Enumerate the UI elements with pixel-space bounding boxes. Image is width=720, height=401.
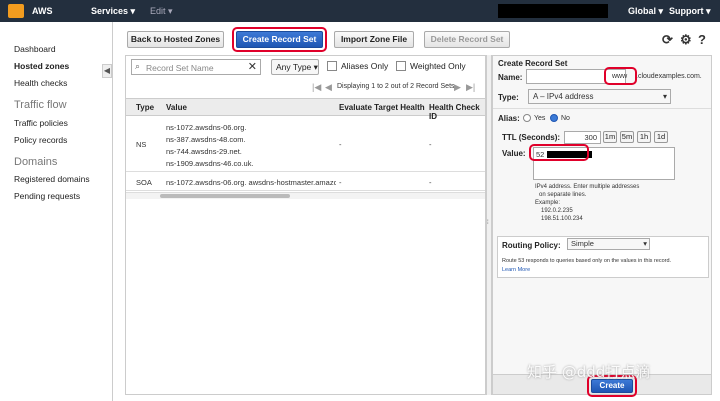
- sidebar-item-dashboard[interactable]: Dashboard: [14, 44, 56, 54]
- ttl-label: TTL (Seconds):: [502, 133, 561, 142]
- ttl-1d-button[interactable]: 1d: [654, 131, 668, 143]
- watermark: 知乎 @ddd打点滴: [527, 363, 651, 381]
- table-row[interactable]: NS ns-1072.awsdns-06.org. ns-387.awsdns-…: [126, 117, 485, 172]
- collapse-sidebar-icon[interactable]: ◀: [102, 64, 112, 78]
- last-page-icon[interactable]: ▶|: [466, 82, 475, 93]
- top-navigation-bar: AWS Services ▾ Edit ▾ Global ▾ Support ▾: [0, 0, 720, 22]
- table-header: Type Value Evaluate Target Health Health…: [126, 98, 485, 121]
- ttl-5m-button[interactable]: 5m: [620, 131, 634, 143]
- sidebar-section-domains: Domains: [14, 156, 58, 168]
- highlight-ring-create-record-set: [232, 27, 327, 52]
- highlight-ring-value: [529, 144, 589, 161]
- horizontal-scrollbar[interactable]: [126, 192, 485, 199]
- first-page-icon[interactable]: |◀: [312, 82, 321, 93]
- ttl-1m-button[interactable]: 1m: [603, 131, 617, 143]
- sidebar-item-hosted-zones[interactable]: Hosted zones: [14, 61, 69, 71]
- weighted-only-checkbox[interactable]: [396, 61, 406, 71]
- drag-handle-icon[interactable]: ⁞: [487, 220, 489, 226]
- row-health-check-id: -: [429, 178, 432, 187]
- chevron-down-icon: ▾: [643, 239, 647, 248]
- sidebar: Dashboard Hosted zones Health checks Tra…: [0, 22, 113, 401]
- alias-yes-label: Yes: [534, 115, 546, 122]
- name-label: Name:: [498, 73, 523, 82]
- pager-text: Displaying 1 to 2 out of 2 Record Sets: [337, 83, 455, 90]
- type-select[interactable]: A – IPv4 address ▾: [528, 89, 671, 104]
- table-row[interactable]: SOA ns-1072.awsdns-06.org. awsdns-hostma…: [126, 173, 485, 191]
- aliases-only-label: Aliases Only: [341, 61, 389, 71]
- sidebar-item-traffic-policies[interactable]: Traffic policies: [14, 118, 68, 128]
- column-evaluate-target-health[interactable]: Evaluate Target Health: [339, 103, 425, 112]
- support-menu[interactable]: Support ▾: [669, 6, 711, 17]
- sidebar-section-traffic-flow: Traffic flow: [14, 99, 67, 111]
- row-value-line: ns-1909.awsdns-46.co.uk.: [166, 159, 254, 168]
- search-placeholder: Record Set Name: [146, 63, 214, 73]
- value-help-line: Example:: [535, 200, 561, 206]
- value-help-line: 198.51.100.234: [541, 216, 583, 222]
- aws-cube-icon[interactable]: [8, 4, 24, 18]
- sidebar-item-health-checks[interactable]: Health checks: [14, 78, 67, 88]
- row-type: SOA: [136, 178, 152, 187]
- routing-policy-select[interactable]: Simple ▾: [567, 238, 650, 250]
- type-label: Type:: [498, 93, 519, 102]
- value-help-line: on separate lines.: [539, 192, 587, 198]
- routing-policy-box: Routing Policy: Simple ▾ Route 53 respond…: [497, 236, 709, 278]
- redacted-account: [498, 4, 608, 18]
- back-to-hosted-zones-button[interactable]: Back to Hosted Zones: [127, 31, 224, 48]
- sidebar-item-policy-records[interactable]: Policy records: [14, 135, 67, 145]
- value-label: Value:: [502, 149, 526, 158]
- ttl-input[interactable]: 300: [564, 131, 601, 144]
- aliases-only-checkbox[interactable]: [327, 61, 337, 71]
- delete-record-set-button[interactable]: Delete Record Set: [424, 31, 510, 48]
- value-help-line: 192.0.2.235: [541, 208, 573, 214]
- domain-suffix: .cloudexamples.com.: [636, 73, 702, 80]
- value-help-line: IPv4 address. Enter multiple addresses: [535, 184, 640, 190]
- row-evaluate-target-health: -: [339, 178, 342, 187]
- region-menu[interactable]: Global ▾: [628, 6, 663, 17]
- gear-icon[interactable]: ⚙: [680, 32, 692, 48]
- create-record-set-panel: Create Record Set Name: www .cloudexampl…: [492, 55, 712, 397]
- routing-policy-label: Routing Policy:: [502, 241, 561, 250]
- row-value-line: ns-387.awsdns-48.com.: [166, 135, 246, 144]
- edit-menu[interactable]: Edit ▾: [150, 6, 173, 17]
- routing-policy-help: Route 53 responds to queries based only …: [502, 258, 672, 264]
- services-menu[interactable]: Services ▾: [91, 6, 135, 17]
- weighted-only-label: Weighted Only: [410, 61, 466, 71]
- alias-no-label: No: [561, 115, 570, 122]
- chevron-down-icon: ▾: [662, 92, 667, 101]
- clear-search-icon[interactable]: ✕: [248, 60, 257, 73]
- row-health-check-id: -: [429, 140, 432, 149]
- alias-no-radio[interactable]: [550, 114, 558, 122]
- panel-title: Create Record Set: [498, 59, 568, 68]
- sidebar-item-pending-requests[interactable]: Pending requests: [14, 191, 80, 201]
- column-type[interactable]: Type: [136, 103, 154, 112]
- help-icon[interactable]: ?: [698, 32, 706, 47]
- column-value[interactable]: Value: [166, 103, 187, 112]
- ttl-1h-button[interactable]: 1h: [637, 131, 651, 143]
- alias-yes-radio[interactable]: [523, 114, 531, 122]
- learn-more-link[interactable]: Learn More: [502, 267, 530, 273]
- brand-label[interactable]: AWS: [32, 6, 53, 16]
- record-set-name-search-input[interactable]: ⌕ Record Set Name ✕: [131, 59, 261, 75]
- refresh-icon[interactable]: ⟳: [662, 32, 673, 48]
- search-icon: ⌕: [135, 61, 141, 71]
- row-value-line: ns-1072.awsdns-06.org.: [166, 123, 247, 132]
- row-value-line: ns-744.awsdns-29.net.: [166, 147, 242, 156]
- highlight-ring-name: [604, 67, 637, 85]
- type-filter-select[interactable]: Any Type ▾: [271, 59, 319, 75]
- row-type: NS: [136, 140, 147, 149]
- alias-label: Alias:: [498, 114, 520, 123]
- row-value-line: ns-1072.awsdns-06.org. awsdns-hostmaster…: [166, 178, 336, 187]
- sidebar-item-registered-domains[interactable]: Registered domains: [14, 174, 90, 184]
- record-set-list-pane: ⌕ Record Set Name ✕ Any Type ▾ Aliases O…: [125, 55, 486, 395]
- row-evaluate-target-health: -: [339, 140, 342, 149]
- prev-page-icon[interactable]: ◀: [325, 82, 332, 93]
- next-page-icon[interactable]: ▶: [454, 82, 461, 93]
- scrollbar-thumb[interactable]: [160, 194, 290, 198]
- import-zone-file-button[interactable]: Import Zone File: [334, 31, 414, 48]
